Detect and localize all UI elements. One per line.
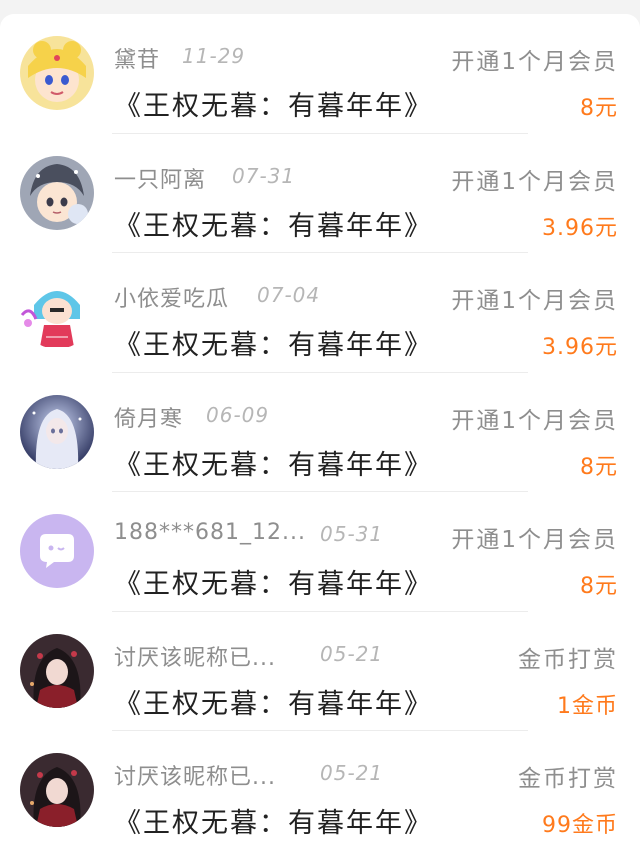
record-row[interactable]: 188***681_12... 05-31 开通1个月会员 《王权无暮：有暮年年… — [0, 492, 640, 612]
record-date: 07-31 — [232, 163, 296, 188]
record-book-title[interactable]: 《王权无暮：有暮年年》 — [114, 682, 433, 721]
record-username: 188***681_12... — [114, 520, 306, 545]
record-amount: 8元 — [580, 96, 618, 121]
record-date: 07-04 — [257, 283, 321, 307]
sailor-moon-avatar[interactable] — [20, 36, 94, 110]
top-strip — [0, 0, 640, 14]
record-list: 黛苷 11-29 开通1个月会员 《王权无暮：有暮年年》 8元 一只阿离 07-… — [0, 14, 640, 847]
record-username: 倚月寒 — [114, 406, 184, 432]
record-type: 开通1个月会员 — [451, 407, 618, 434]
record-username: 小依爱吃瓜 — [114, 287, 230, 312]
record-book-title[interactable]: 《王权无暮：有暮年年》 — [114, 323, 433, 362]
record-type: 开通1个月会员 — [451, 527, 618, 553]
record-amount: 8元 — [580, 454, 618, 480]
record-type: 开通1个月会员 — [451, 49, 618, 75]
record-book-title[interactable]: 《王权无暮：有暮年年》 — [114, 801, 433, 840]
record-type: 开通1个月会员 — [451, 168, 618, 195]
dark-anime-avatar[interactable] — [20, 753, 94, 827]
record-row[interactable]: 讨厌该昵称已... 05-21 金币打赏 《王权无暮：有暮年年》 99金币 — [0, 731, 640, 847]
record-username: 一只阿离 — [114, 167, 207, 193]
record-username: 黛苷 — [114, 48, 161, 73]
record-book-title[interactable]: 《王权无暮：有暮年年》 — [114, 204, 433, 243]
record-book-title[interactable]: 《王权无暮：有暮年年》 — [114, 84, 433, 123]
record-row[interactable]: 一只阿离 07-31 开通1个月会员 《王权无暮：有暮年年》 3.96元 — [0, 134, 640, 254]
dark-anime-avatar[interactable] — [20, 633, 94, 708]
record-date: 06-09 — [206, 402, 270, 427]
record-type: 开通1个月会员 — [451, 288, 618, 314]
record-book-title[interactable]: 《王权无暮：有暮年年》 — [114, 443, 433, 482]
silver-hair-avatar[interactable] — [20, 394, 94, 469]
cartoon-girl-avatar[interactable] — [20, 275, 94, 349]
record-date: 05-21 — [320, 641, 384, 666]
record-amount: 8元 — [580, 574, 618, 599]
record-amount: 99金币 — [542, 813, 618, 838]
record-type: 金币打赏 — [518, 646, 618, 673]
record-amount: 3.96元 — [542, 215, 618, 241]
record-type: 金币打赏 — [518, 766, 618, 792]
default-chat-avatar[interactable] — [20, 514, 94, 588]
record-book-title[interactable]: 《王权无暮：有暮年年》 — [114, 562, 433, 601]
record-date: 11-29 — [182, 44, 246, 68]
record-username: 讨厌该昵称已... — [114, 645, 276, 671]
record-username: 讨厌该昵称已... — [114, 765, 276, 790]
record-amount: 1金币 — [557, 693, 618, 719]
record-amount: 3.96元 — [542, 335, 618, 360]
record-row[interactable]: 倚月寒 06-09 开通1个月会员 《王权无暮：有暮年年》 8元 — [0, 373, 640, 493]
record-row[interactable]: 小依爱吃瓜 07-04 开通1个月会员 《王权无暮：有暮年年》 3.96元 — [0, 253, 640, 373]
record-row[interactable]: 讨厌该昵称已... 05-21 金币打赏 《王权无暮：有暮年年》 1金币 — [0, 612, 640, 732]
record-date: 05-31 — [320, 522, 384, 546]
anime-boy-avatar[interactable] — [20, 155, 94, 230]
record-row[interactable]: 黛苷 11-29 开通1个月会员 《王权无暮：有暮年年》 8元 — [0, 14, 640, 134]
record-date: 05-21 — [320, 761, 384, 785]
